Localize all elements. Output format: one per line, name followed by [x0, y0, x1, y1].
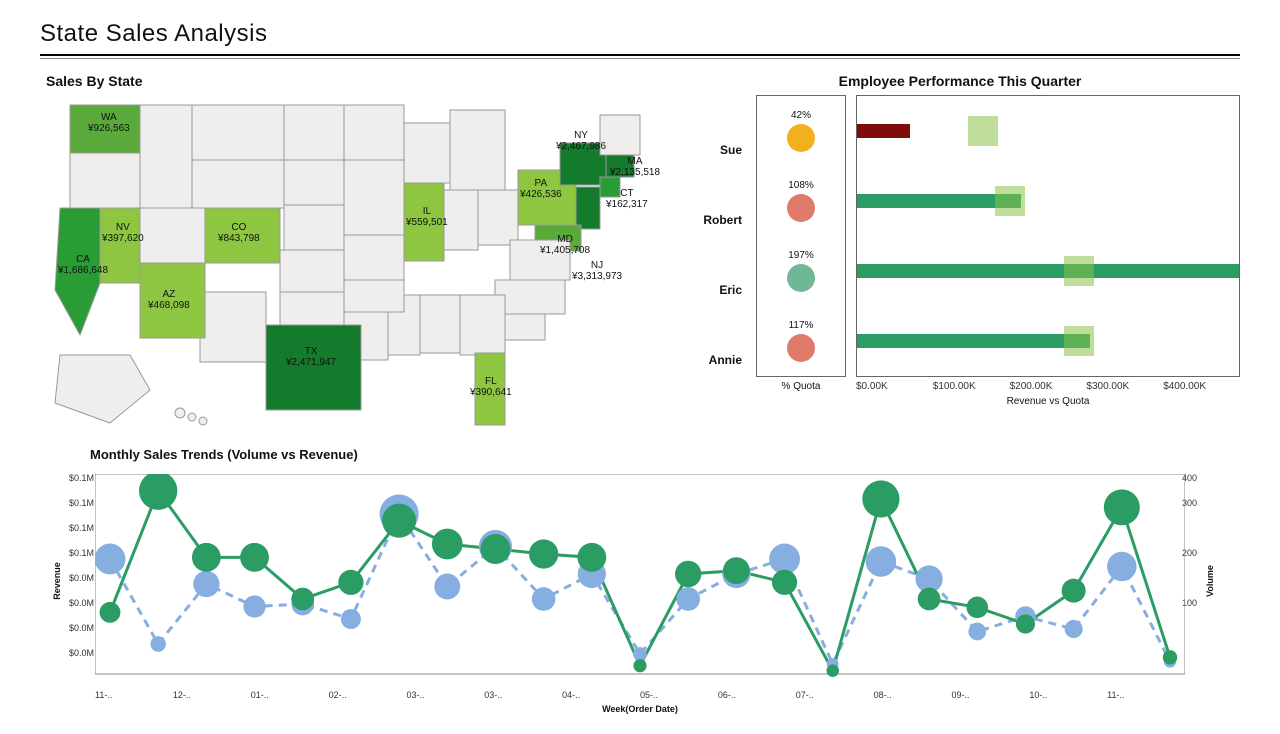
perf-name: Eric [690, 255, 746, 325]
revenue-caption: Revenue vs Quota [856, 396, 1240, 407]
map-label-md: MD¥1,405,708 [540, 235, 590, 256]
monthly-trends-panel: Monthly Sales Trends (Volume vs Revenue)… [40, 447, 1240, 714]
perf-names-column: Sue Robert Eric Annie [690, 95, 746, 407]
revenue-bar [857, 124, 910, 138]
map-label-ny: NY¥2,467,986 [556, 131, 606, 152]
map-label-ma: MA¥2,135,518 [610, 157, 660, 178]
map-label-co: CO¥843,798 [218, 223, 260, 244]
map-label-tx: TX¥2,471,947 [286, 347, 336, 368]
perf-bar-row[interactable] [857, 166, 1239, 236]
quota-target-icon [968, 116, 998, 146]
employee-performance-panel: Employee Performance This Quarter Sue Ro… [680, 73, 1240, 435]
quota-target-icon [1064, 326, 1094, 356]
perf-name: Annie [690, 325, 746, 395]
map-label-nv: NV¥397,620 [102, 223, 144, 244]
perf-title: Employee Performance This Quarter [680, 73, 1240, 89]
perf-quota-cell[interactable]: 197% [757, 236, 845, 306]
trend-title: Monthly Sales Trends (Volume vs Revenue) [90, 447, 1240, 462]
title-rule [40, 54, 1240, 59]
perf-bar-row[interactable] [857, 306, 1239, 376]
trend-svg [95, 474, 1185, 679]
perf-name: Robert [690, 185, 746, 255]
y-right-ticks: 400 300 200 100 [1182, 474, 1216, 649]
y-left-ticks: $0.1M$0.1M $0.1M$0.1M $0.0M$0.0M $0.0M$0… [50, 474, 94, 674]
perf-bars-column: $0.00K$100.00K $200.00K$300.00K $400.00K… [856, 95, 1240, 407]
perf-quota-column: 42% 108% 197% 117% [756, 95, 846, 407]
map-label-fl: FL¥390,641 [470, 377, 512, 398]
map-label-il: IL¥559,501 [406, 207, 448, 228]
perf-name: Sue [690, 115, 746, 185]
map-label-az: AZ¥468,098 [148, 290, 190, 311]
x-axis-ticks: 11-..12-.. 01-..02-.. 03-..03-.. 04-..05… [95, 690, 1185, 700]
map-label-nj: NJ¥3,313,973 [572, 261, 622, 282]
revenue-bar [857, 334, 1090, 348]
quota-target-icon [1064, 256, 1094, 286]
quota-dot-icon [787, 124, 815, 152]
perf-quota-cell[interactable]: 108% [757, 166, 845, 236]
perf-pct: 197% [788, 250, 814, 261]
perf-quota-cell[interactable]: 42% [757, 96, 845, 166]
quota-dot-icon [787, 194, 815, 222]
quota-dot-icon [787, 334, 815, 362]
sales-by-state-panel: Sales By State [40, 73, 660, 435]
us-map[interactable]: WA¥926,563 NV¥397,620 CA¥1,686,648 AZ¥46… [40, 95, 660, 435]
perf-pct: 108% [788, 180, 814, 191]
map-label-ca: CA¥1,686,648 [58, 255, 108, 276]
quota-dot-icon [787, 264, 815, 292]
map-title: Sales By State [46, 73, 660, 89]
perf-quota-cell[interactable]: 117% [757, 306, 845, 376]
perf-pct: 117% [789, 320, 814, 331]
perf-pct: 42% [791, 110, 811, 121]
trend-chart[interactable]: Revenue Volume $0.1M$0.1M $0.1M$0.1M $0.… [40, 466, 1220, 706]
map-label-ct: CT¥162,317 [606, 189, 648, 210]
map-label-wa: WA¥926,563 [88, 113, 130, 134]
perf-bar-row[interactable] [857, 96, 1239, 166]
revenue-bar [857, 264, 1239, 278]
perf-bar-row[interactable] [857, 236, 1239, 306]
map-label-pa: PA¥426,536 [520, 179, 562, 200]
quota-target-icon [995, 186, 1025, 216]
page-title: State Sales Analysis [40, 20, 1240, 48]
perf-x-axis: $0.00K$100.00K $200.00K$300.00K $400.00K [856, 377, 1240, 392]
quota-caption: % Quota [782, 381, 821, 392]
